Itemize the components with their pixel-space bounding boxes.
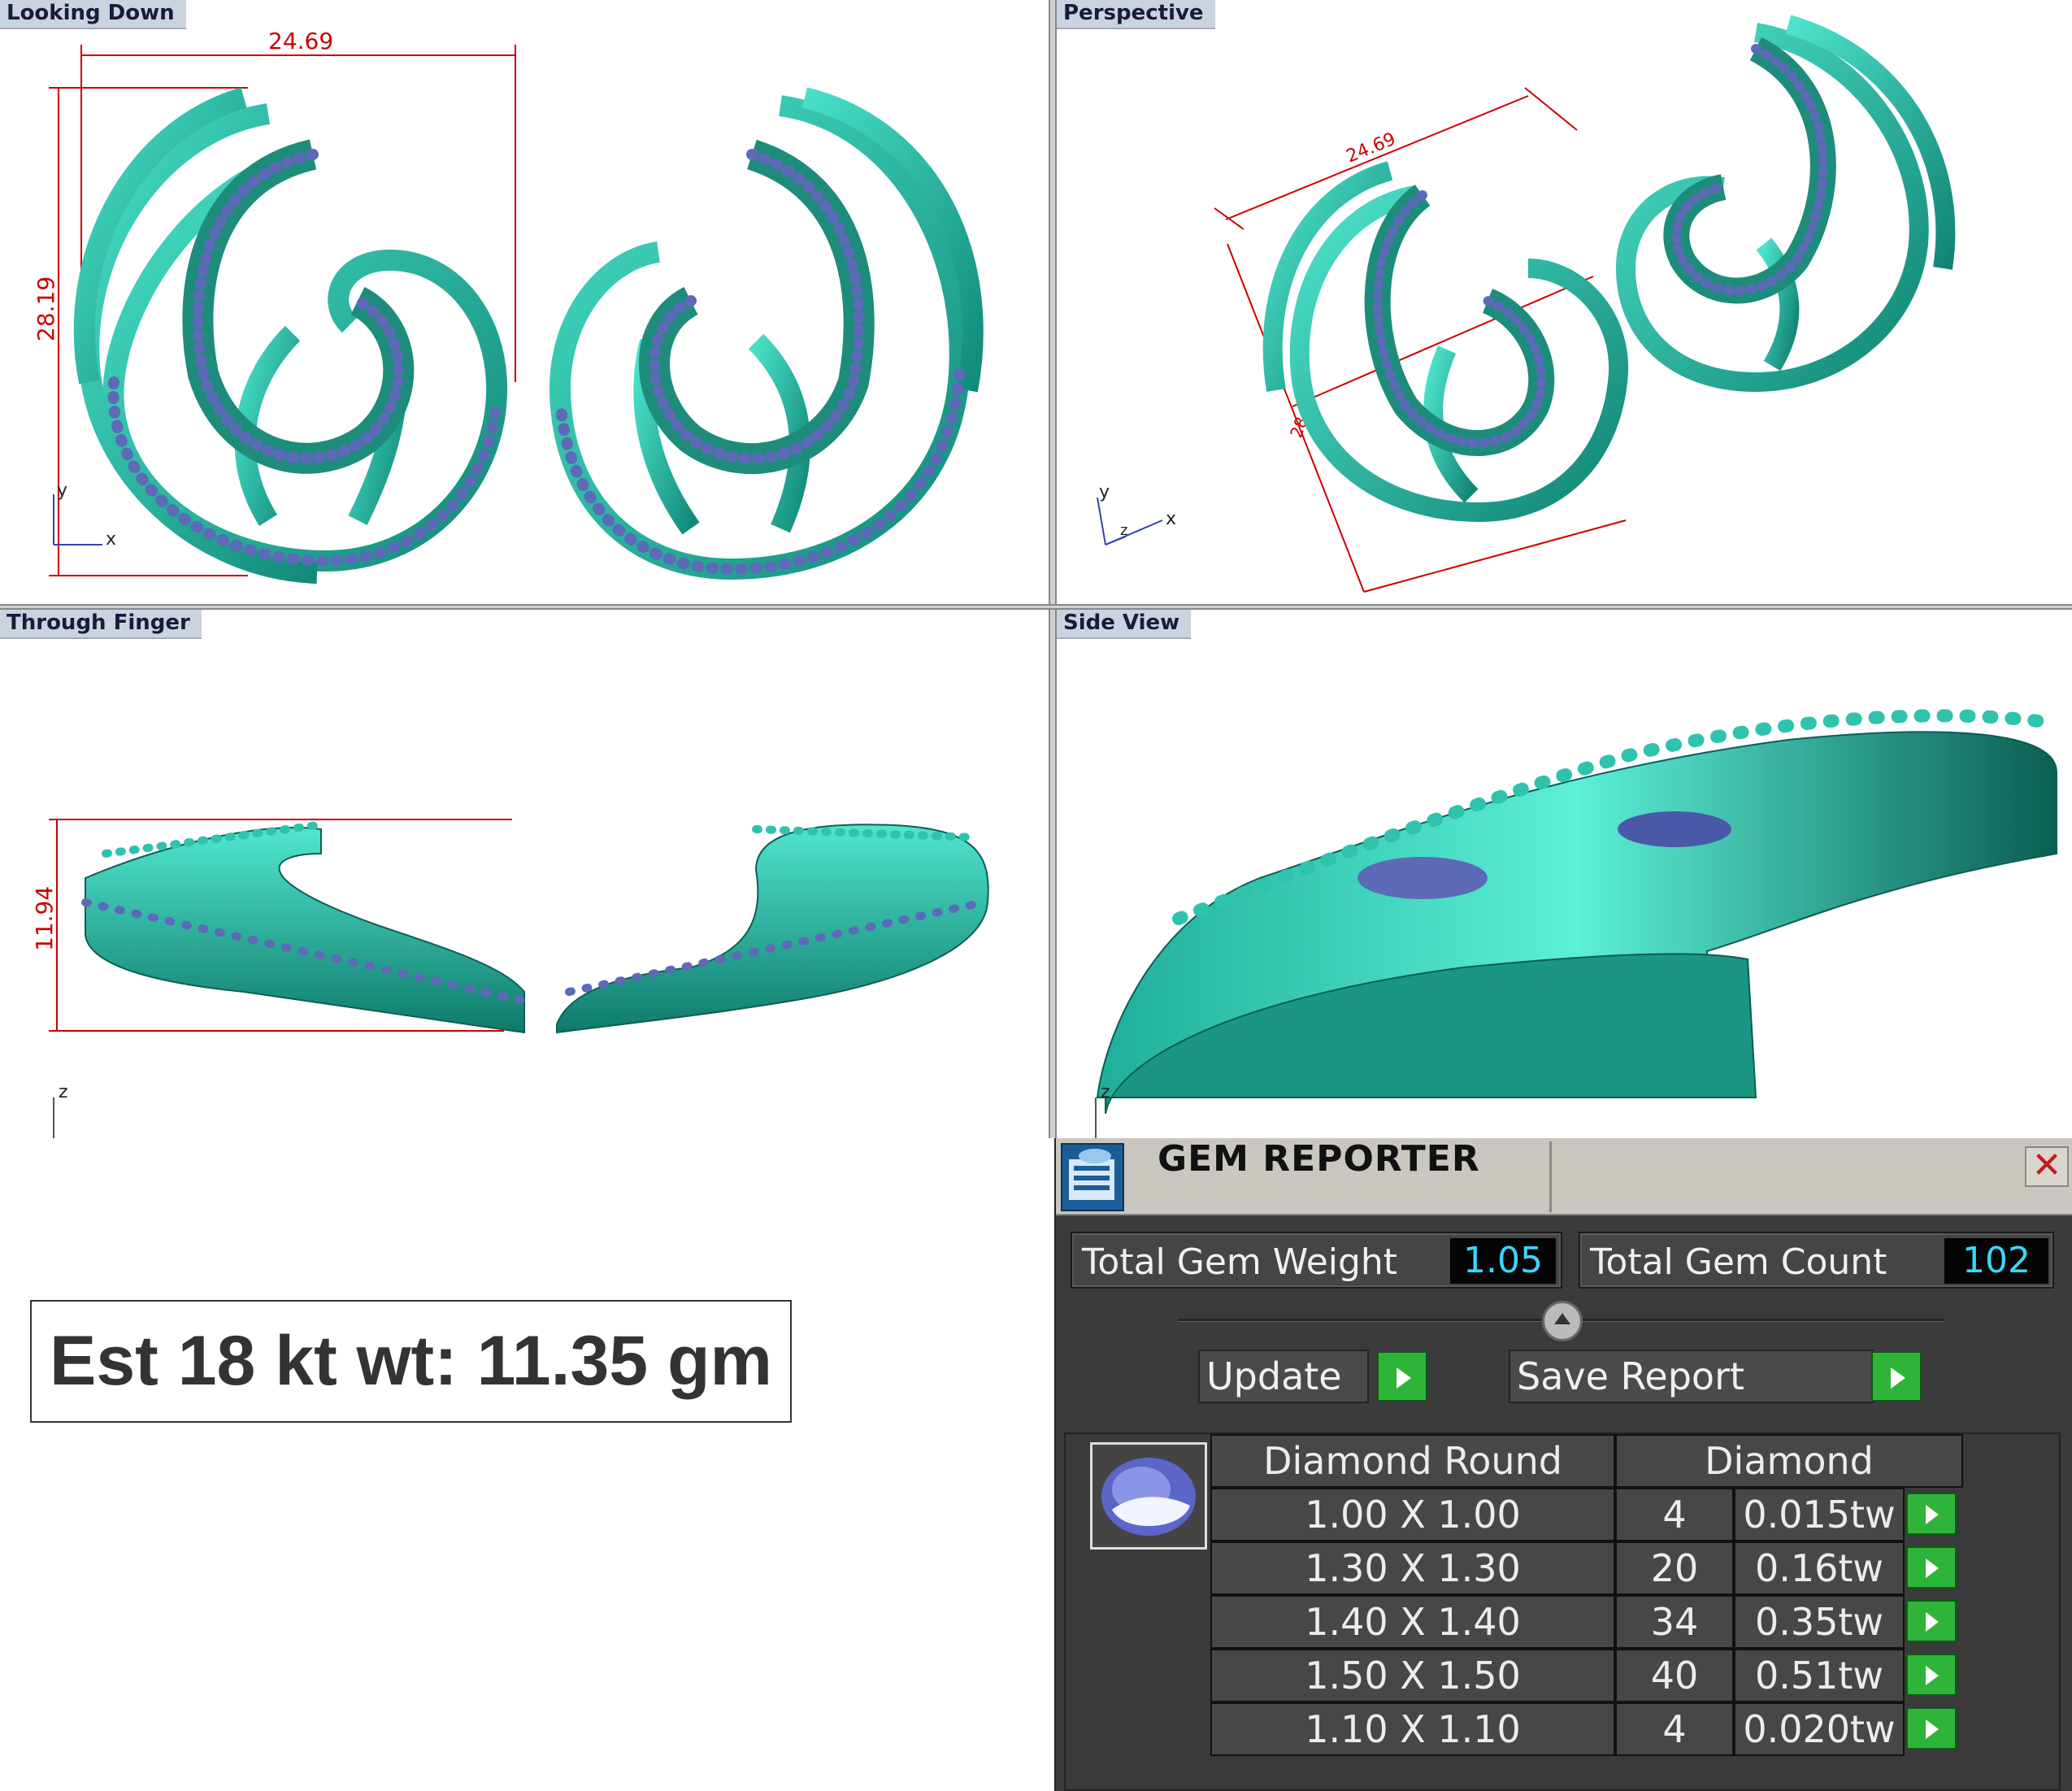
gem-table: Diamond Round Diamond 1.00 X 1.00 4 0.01… [1064,1432,2061,1791]
row-go-icon[interactable] [1906,1493,1957,1535]
save-report-go-icon[interactable] [1871,1351,1922,1402]
earring-side-view-render: z [1095,709,2063,1138]
total-gem-count-field: Total Gem Count 102 [1579,1232,2054,1289]
viewport-divider-vertical[interactable] [1049,0,1057,1138]
gem-reporter-title: GEM REPORTER [1158,1138,1480,1180]
viewport-looking-down[interactable]: Looking Down 24.69 28.19 x y [0,0,1049,604]
close-icon[interactable]: ✕ [2025,1146,2069,1187]
total-gem-weight-field: Total Gem Weight 1.05 [1071,1232,1562,1289]
viewport-divider-horizontal[interactable] [0,604,2072,610]
row-count: 40 [1615,1649,1734,1702]
total-gem-count-label: Total Gem Count [1590,1241,1887,1283]
row-weight: 0.015tw [1734,1488,1905,1541]
row-go-icon[interactable] [1906,1654,1957,1696]
diamond-round-icon [1090,1442,1207,1550]
row-size: 1.50 X 1.50 [1210,1649,1615,1702]
viewport-label[interactable]: Looking Down [0,0,186,29]
row-size: 1.10 X 1.10 [1210,1702,1615,1756]
panel-collapse-handle-icon[interactable] [1542,1301,1583,1341]
gem-reporter-header[interactable]: GEM REPORTER ✕ [1056,1138,2072,1215]
column-header-type[interactable]: Diamond [1615,1434,1963,1488]
axis-z-label: z [1120,522,1127,539]
axis-y-label: y [1099,482,1110,502]
dim-height-text: 28.19 [33,276,59,341]
row-size: 1.00 X 1.00 [1210,1488,1615,1541]
axis-z-label: z [59,1082,68,1102]
save-report-button[interactable]: Save Report [1509,1350,1874,1403]
total-gem-count-value: 102 [1944,1238,2048,1284]
earring-perspective-render: 24.69 28.19 x y z [1097,15,1956,593]
row-weight: 0.16tw [1734,1541,1905,1595]
viewport-through-finger[interactable]: Through Finger 11.94 z [0,610,1049,1138]
row-count: 34 [1615,1595,1734,1649]
column-header-shape[interactable]: Diamond Round [1210,1434,1615,1488]
viewport-label[interactable]: Side View [1057,610,1192,639]
row-weight: 0.51tw [1734,1649,1905,1702]
gem-reporter-panel: GEM REPORTER ✕ Total Gem Weight 1.05 Tot… [1054,1138,2072,1791]
row-count: 20 [1615,1541,1734,1595]
earring-front-view-render: 11.94 z [31,819,989,1138]
viewport-label[interactable]: Perspective [1057,0,1215,29]
gem-reporter-logo-icon [1061,1143,1124,1211]
dim-width-text: 24.69 [268,28,333,54]
diamond-shape [1101,1458,1196,1536]
total-gem-weight-label: Total Gem Weight [1082,1241,1398,1283]
axis-x-label: x [106,529,116,550]
estimated-weight-box: Est 18 kt wt: 11.35 gm [30,1300,792,1423]
row-count: 4 [1615,1702,1734,1756]
header-separator [1549,1141,1552,1212]
row-weight: 0.35tw [1734,1595,1905,1649]
viewport-perspective[interactable]: Perspective 24.69 28.19 x y z [1057,0,2072,604]
axis-z-label: z [1101,1082,1110,1102]
row-weight: 0.020tw [1734,1702,1905,1756]
axis-y-label: y [57,480,67,501]
update-go-icon[interactable] [1377,1351,1427,1402]
row-size: 1.30 X 1.30 [1210,1541,1615,1595]
viewport-side-view[interactable]: Side View z [1057,610,2072,1138]
estimated-weight-text: Est 18 kt wt: 11.35 gm [49,1322,773,1400]
row-go-icon[interactable] [1906,1707,1957,1750]
row-go-icon[interactable] [1906,1546,1957,1589]
dim-height-text: 11.94 [31,886,58,951]
viewport-label[interactable]: Through Finger [0,610,202,639]
row-size: 1.40 X 1.40 [1210,1595,1615,1649]
axis-x-label: x [1166,509,1176,529]
row-go-icon[interactable] [1906,1600,1957,1642]
update-button[interactable]: Update [1198,1350,1369,1403]
earring-top-view-render: 24.69 28.19 x y [33,28,984,584]
dim-width-text: 24.69 [1344,129,1399,167]
total-gem-weight-value: 1.05 [1450,1238,1556,1284]
gem-logo-glyph [1069,1149,1114,1200]
row-count: 4 [1615,1488,1734,1541]
